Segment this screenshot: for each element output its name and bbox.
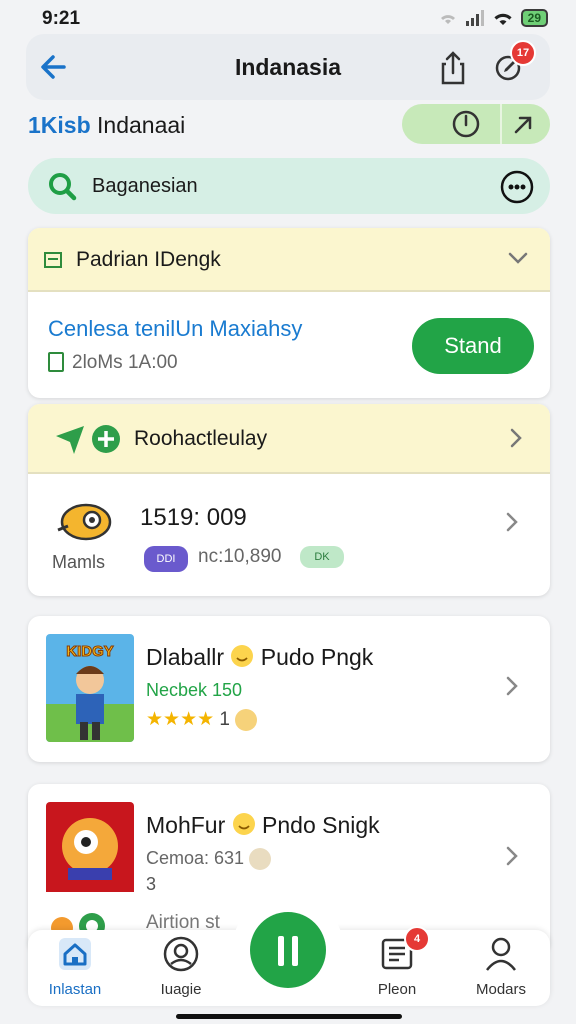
- tab-badge: 4: [404, 926, 430, 952]
- coin-icon: [249, 848, 272, 871]
- rating-stars: ★★★★ 1: [146, 708, 258, 731]
- chevron-right-icon[interactable]: [500, 844, 524, 868]
- home-indicator: [176, 1014, 402, 1019]
- document-icon: [48, 352, 64, 372]
- chevron-right-icon[interactable]: [500, 674, 524, 698]
- status-bar: 9:21 29: [0, 0, 576, 36]
- game-subtitle: Necbek 150: [146, 680, 243, 700]
- game-title-suffix: Pndo Snigk: [262, 812, 380, 838]
- stats-count: nc:10,890: [198, 546, 282, 567]
- event-card: Padrian IDengk Cenlesa tenilUn Maxiahsy …: [28, 228, 550, 398]
- game-subtitle: Cemoa: 631: [146, 848, 245, 868]
- chevron-right-icon[interactable]: [504, 426, 528, 450]
- game-thumbnail: KIDGY: [46, 634, 134, 742]
- game-thumbnail: [46, 802, 134, 910]
- home-icon: [59, 938, 91, 970]
- user-circle-icon: [163, 936, 199, 972]
- smile-emoji-icon: [231, 645, 254, 667]
- start-button[interactable]: Stand: [412, 318, 534, 374]
- battery-indicator: 29: [520, 9, 548, 27]
- timer-toggle-pill[interactable]: [402, 104, 550, 144]
- tab-label: Modars: [475, 981, 527, 998]
- game-title: Dlaballr: [146, 644, 224, 670]
- edit-button[interactable]: 17: [492, 40, 536, 84]
- thumb-text: KIDGY: [66, 643, 114, 660]
- tab-label: Inlastan: [48, 981, 102, 998]
- stats-card-header-label: Roohactleulay: [134, 427, 268, 450]
- tab-profile[interactable]: Iuagie: [136, 934, 226, 998]
- tab-label: Iuagie: [160, 981, 202, 998]
- search-bar[interactable]: Baganesian: [28, 158, 550, 214]
- signal-icon: [465, 10, 484, 26]
- wifi-icon: [440, 15, 455, 24]
- smile-emoji-icon: [232, 813, 255, 835]
- event-time: 2loMs 1A:00: [72, 352, 178, 373]
- green-tag: DK: [300, 546, 344, 568]
- game-title: MohFur: [146, 812, 226, 838]
- coin-icon: [235, 708, 258, 731]
- event-title: Cenlesa tenilUn Maxiahsy: [48, 316, 303, 341]
- plane-plus-icon: [56, 425, 120, 454]
- chevron-right-icon[interactable]: [500, 510, 524, 534]
- tab-home[interactable]: Inlastan: [30, 934, 120, 998]
- tab-label: Pleon: [377, 981, 417, 998]
- clock-icon[interactable]: [450, 108, 482, 140]
- more-options-icon[interactable]: [500, 170, 534, 204]
- location-label: Indanaai: [97, 112, 186, 138]
- stats-value: 1519: 009: [140, 504, 247, 531]
- event-card-header-label: Padrian IDengk: [76, 248, 221, 271]
- location-row: 1Kisb Indanaai: [28, 104, 550, 146]
- notification-badge: 17: [510, 40, 536, 66]
- person-icon: [486, 937, 516, 971]
- expand-icon[interactable]: [510, 110, 538, 138]
- purple-tag: DDI: [144, 546, 188, 572]
- pause-icon: [278, 936, 284, 966]
- page-title: Indanasia: [234, 54, 342, 80]
- wifi-strong-icon: [494, 13, 512, 25]
- rating-count: 1: [219, 709, 230, 730]
- search-input[interactable]: Baganesian: [92, 175, 198, 198]
- stats-card: Roohactleulay Mamls 1519: 009 DDI nc:10,…: [28, 404, 550, 596]
- stats-card-header[interactable]: Roohactleulay: [28, 404, 550, 474]
- game-title-suffix: Pudo Pngk: [260, 644, 374, 670]
- chevron-down-icon[interactable]: [506, 246, 530, 270]
- status-time: 9:21: [42, 8, 81, 29]
- mascot-label: Mamls: [52, 552, 105, 572]
- tab-plans[interactable]: 4 Pleon: [352, 926, 442, 998]
- share-icon[interactable]: [438, 50, 468, 86]
- mascot-icon: [57, 503, 112, 541]
- event-card-header[interactable]: Padrian IDengk: [28, 228, 550, 292]
- center-action-button[interactable]: [250, 912, 326, 988]
- search-icon: [49, 173, 77, 201]
- calendar-icon: [44, 252, 62, 268]
- game-card[interactable]: KIDGY Dlaballr Pudo Pngk Necbek 150 ★★★★…: [28, 616, 550, 762]
- game-extra: 3: [146, 874, 157, 894]
- tab-more[interactable]: Modars: [456, 934, 546, 998]
- location-prefix: 1Kisb: [28, 112, 91, 138]
- top-nav-bar: Indanasia 17: [26, 34, 550, 100]
